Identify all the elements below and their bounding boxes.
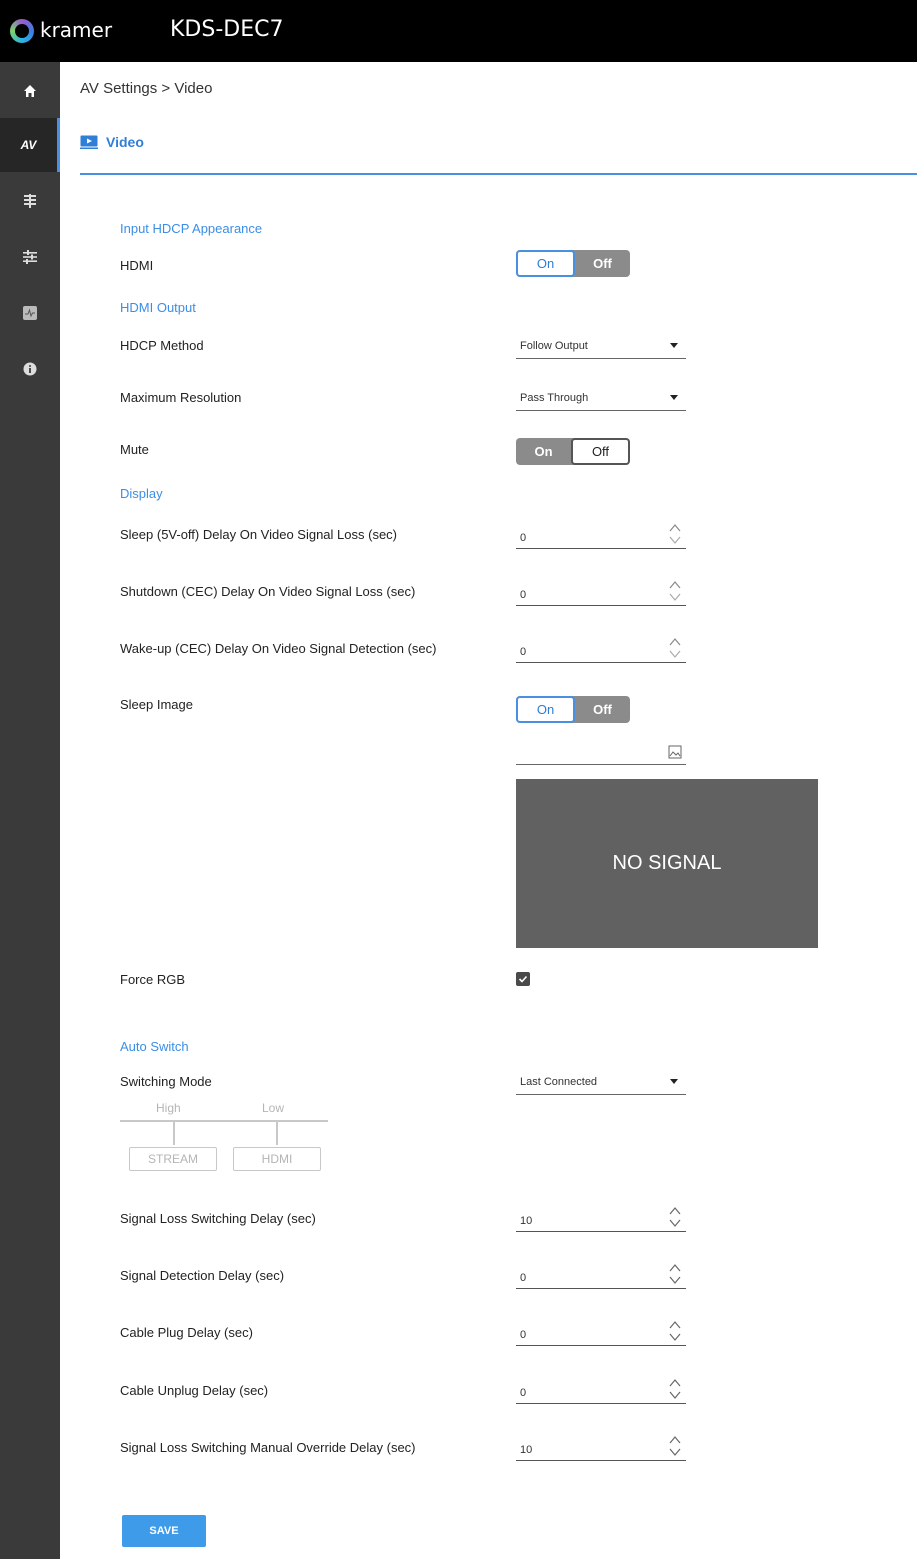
diagnostics-icon (23, 306, 37, 320)
no-signal-text: NO SIGNAL (612, 852, 722, 874)
signal-loss-delay-input[interactable]: 10 (516, 1204, 686, 1232)
video-icon (80, 135, 98, 149)
shutdown-delay-label: Shutdown (CEC) Delay On Video Signal Los… (120, 584, 416, 599)
override-delay-value: 10 (520, 1444, 533, 1456)
wakeup-delay-label: Wake-up (CEC) Delay On Video Signal Dete… (120, 641, 437, 656)
sidebar-item-av[interactable]: AV (0, 118, 60, 172)
routing-icon (24, 194, 36, 208)
image-upload-icon[interactable] (668, 745, 682, 759)
av-icon: AV (20, 138, 37, 152)
device-name: KDS-DEC7 (170, 17, 284, 42)
sleep-delay-label: Sleep (5V-off) Delay On Video Signal Los… (120, 527, 397, 542)
sleep-image-preview: NO SIGNAL (516, 779, 818, 948)
priority-line (120, 1120, 328, 1122)
spinner-icon[interactable] (668, 1433, 682, 1459)
checkmark-icon (518, 975, 528, 983)
sidebar-item-info[interactable] (0, 342, 60, 396)
hdmi-label: HDMI (120, 258, 154, 273)
brand-name: kramer (40, 18, 113, 42)
signal-loss-delay-label: Signal Loss Switching Delay (sec) (120, 1211, 316, 1226)
spinner-icon[interactable] (668, 1318, 682, 1344)
section-tab-video: Video (80, 134, 144, 150)
signal-loss-delay-value: 10 (520, 1215, 533, 1227)
switching-mode-select[interactable]: Last Connected (516, 1069, 686, 1095)
max-resolution-select[interactable]: Pass Through (516, 385, 686, 411)
toggle-off-option[interactable]: Off (571, 438, 630, 465)
cable-plug-delay-label: Cable Plug Delay (sec) (120, 1325, 253, 1340)
mute-toggle[interactable]: On Off (516, 438, 630, 465)
chevron-down-icon (670, 343, 678, 348)
cable-unplug-delay-input[interactable]: 0 (516, 1376, 686, 1404)
priority-item-hdmi[interactable]: HDMI (233, 1147, 321, 1171)
signal-detection-delay-label: Signal Detection Delay (sec) (120, 1268, 285, 1283)
toggle-on-option[interactable]: On (516, 696, 575, 723)
spinner-icon[interactable] (668, 521, 682, 547)
priority-connector (173, 1121, 175, 1145)
shutdown-delay-value: 0 (520, 589, 527, 601)
chevron-down-icon (670, 395, 678, 400)
spinner-icon[interactable] (668, 1204, 682, 1230)
toggle-off-option[interactable]: Off (575, 696, 630, 723)
override-delay-input[interactable]: 10 (516, 1433, 686, 1461)
sleep-delay-input[interactable]: 0 (516, 521, 686, 549)
section-divider (80, 173, 917, 175)
max-resolution-value: Pass Through (520, 391, 589, 404)
switching-mode-label: Switching Mode (120, 1074, 212, 1089)
cable-unplug-delay-value: 0 (520, 1387, 527, 1399)
sidebar: AV (0, 62, 60, 1559)
priority-low-label: Low (262, 1101, 285, 1115)
spinner-icon[interactable] (668, 1376, 682, 1402)
signal-detection-delay-value: 0 (520, 1272, 527, 1284)
cable-plug-delay-input[interactable]: 0 (516, 1318, 686, 1346)
max-resolution-label: Maximum Resolution (120, 390, 242, 405)
group-auto-switch: Auto Switch (120, 1039, 189, 1054)
toggle-on-option[interactable]: On (516, 438, 571, 465)
cable-unplug-delay-label: Cable Unplug Delay (sec) (120, 1383, 269, 1398)
hdmi-hdcp-toggle[interactable]: On Off (516, 250, 630, 277)
breadcrumb: AV Settings > Video (80, 80, 213, 97)
cable-plug-delay-value: 0 (520, 1329, 527, 1341)
override-delay-label: Signal Loss Switching Manual Override De… (120, 1440, 416, 1455)
toggle-on-option[interactable]: On (516, 250, 575, 277)
sleep-image-label: Sleep Image (120, 697, 193, 712)
group-display: Display (120, 486, 163, 501)
sleep-delay-value: 0 (520, 532, 527, 544)
spinner-icon[interactable] (668, 578, 682, 604)
section-title: Video (106, 134, 144, 150)
info-icon (23, 362, 37, 376)
wakeup-delay-value: 0 (520, 646, 527, 658)
hdcp-method-select[interactable]: Follow Output (516, 333, 686, 359)
settings-sliders-icon (23, 250, 37, 264)
spinner-icon[interactable] (668, 635, 682, 661)
hdcp-method-value: Follow Output (520, 339, 588, 352)
force-rgb-label: Force RGB (120, 972, 186, 987)
toggle-off-option[interactable]: Off (575, 250, 630, 277)
hdcp-method-label: HDCP Method (120, 338, 204, 353)
switching-mode-value: Last Connected (520, 1075, 598, 1088)
sidebar-item-home[interactable] (0, 64, 60, 118)
sidebar-item-routing[interactable] (0, 174, 60, 228)
mute-label: Mute (120, 442, 149, 457)
signal-detection-delay-input[interactable]: 0 (516, 1261, 686, 1289)
force-rgb-checkbox[interactable] (516, 972, 530, 986)
top-bar: kramer KDS-DEC7 (0, 0, 917, 62)
priority-high-label: High (156, 1101, 181, 1115)
shutdown-delay-input[interactable]: 0 (516, 578, 686, 606)
home-icon (24, 85, 36, 97)
group-hdmi-output: HDMI Output (120, 300, 196, 315)
sidebar-item-settings[interactable] (0, 230, 60, 284)
sleep-image-file-input[interactable] (516, 741, 686, 765)
spinner-icon[interactable] (668, 1261, 682, 1287)
sidebar-item-diagnostics[interactable] (0, 286, 60, 340)
kramer-logo-icon (10, 19, 34, 43)
save-button[interactable]: SAVE (122, 1515, 206, 1547)
group-input-hdcp: Input HDCP Appearance (120, 221, 263, 236)
wakeup-delay-input[interactable]: 0 (516, 635, 686, 663)
sleep-image-toggle[interactable]: On Off (516, 696, 630, 723)
priority-item-stream[interactable]: STREAM (129, 1147, 217, 1171)
chevron-down-icon (670, 1079, 678, 1084)
priority-connector (276, 1121, 278, 1145)
